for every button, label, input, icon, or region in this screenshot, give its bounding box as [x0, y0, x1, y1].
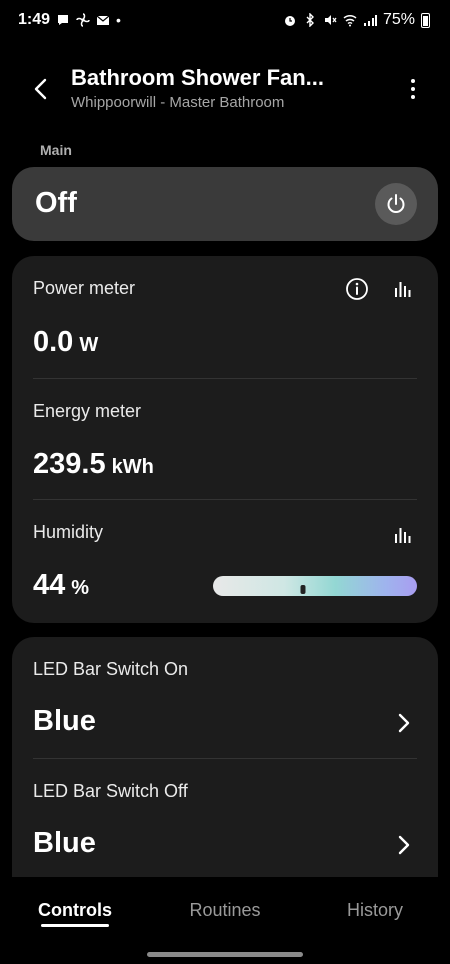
- energy-meter-value: 239.5 kWh: [33, 448, 154, 481]
- wifi-icon: [343, 14, 357, 27]
- power-meter-label: Power meter: [33, 278, 136, 298]
- back-icon[interactable]: [26, 74, 56, 104]
- status-right: 75%: [283, 11, 430, 29]
- led-switch-off-label: LED Bar Switch Off: [33, 781, 188, 801]
- chevron-right-icon[interactable]: [396, 833, 412, 857]
- meters-card: Power meter 0.0 W Energy meter 239.5 kWh H…: [12, 256, 438, 623]
- mail-icon: [96, 15, 110, 25]
- battery-percent: 75%: [382, 11, 415, 28]
- divider: [33, 499, 417, 500]
- power-chart-icon[interactable]: [390, 276, 416, 302]
- humidity-chart-icon[interactable]: [390, 522, 416, 548]
- signal-icon: [363, 15, 377, 26]
- humidity-gauge: [213, 576, 417, 596]
- chat-icon: [58, 15, 69, 25]
- humidity-value-number: 44: [33, 569, 66, 601]
- tab-routines-label: Routines: [189, 900, 261, 920]
- page-title: Bathroom Shower Fan...: [71, 65, 325, 90]
- energy-meter-label: Energy meter: [33, 401, 142, 421]
- tab-history[interactable]: History: [300, 880, 450, 940]
- power-value-unit: W: [79, 334, 99, 356]
- energy-value-unit: kWh: [111, 456, 154, 478]
- bluetooth-icon: [306, 13, 314, 27]
- home-indicator[interactable]: [147, 952, 303, 957]
- mute-icon: [324, 15, 337, 25]
- status-dot: •: [116, 12, 121, 28]
- more-options-icon[interactable]: [406, 74, 420, 104]
- active-tab-indicator: [41, 924, 109, 927]
- alarm-icon: [284, 16, 295, 26]
- app-header: Bathroom Shower Fan... Whippoorwill - Ma…: [0, 58, 450, 120]
- energy-value-number: 239.5: [33, 448, 106, 480]
- tab-controls-label: Controls: [38, 900, 112, 920]
- power-value-number: 0.0: [33, 326, 74, 358]
- led-switch-on-value[interactable]: Blue: [33, 705, 96, 738]
- led-card: LED Bar Switch On Blue LED Bar Switch Of…: [12, 637, 438, 877]
- power-card[interactable]: Off: [12, 167, 438, 241]
- chevron-right-icon[interactable]: [396, 711, 412, 735]
- divider: [33, 378, 417, 379]
- page-subtitle: Whippoorwill - Master Bathroom: [71, 94, 285, 111]
- status-time: 1:49: [18, 11, 51, 28]
- tab-routines[interactable]: Routines: [150, 880, 300, 940]
- power-state: Off: [35, 187, 77, 219]
- status-bar: 1:49 • 75%: [0, 0, 450, 40]
- bottom-tab-bar: Controls Routines History: [0, 880, 450, 940]
- led-switch-on-label: LED Bar Switch On: [33, 659, 189, 679]
- status-left: 1:49 •: [18, 11, 121, 29]
- battery-icon: [421, 12, 430, 28]
- tab-controls[interactable]: Controls: [0, 880, 150, 940]
- info-icon[interactable]: [344, 276, 370, 302]
- humidity-gauge-marker: [300, 585, 306, 594]
- humidity-label: Humidity: [33, 522, 104, 542]
- fan-icon: [76, 13, 90, 27]
- power-button[interactable]: [375, 183, 417, 225]
- humidity-value-unit: %: [71, 577, 90, 599]
- led-switch-off-value[interactable]: Blue: [33, 827, 96, 860]
- humidity-value: 44%: [33, 569, 89, 602]
- tab-history-label: History: [346, 900, 403, 920]
- power-icon: [387, 194, 405, 213]
- divider: [33, 758, 417, 759]
- section-label-main: Main: [40, 142, 72, 158]
- power-meter-value: 0.0 W: [33, 326, 98, 359]
